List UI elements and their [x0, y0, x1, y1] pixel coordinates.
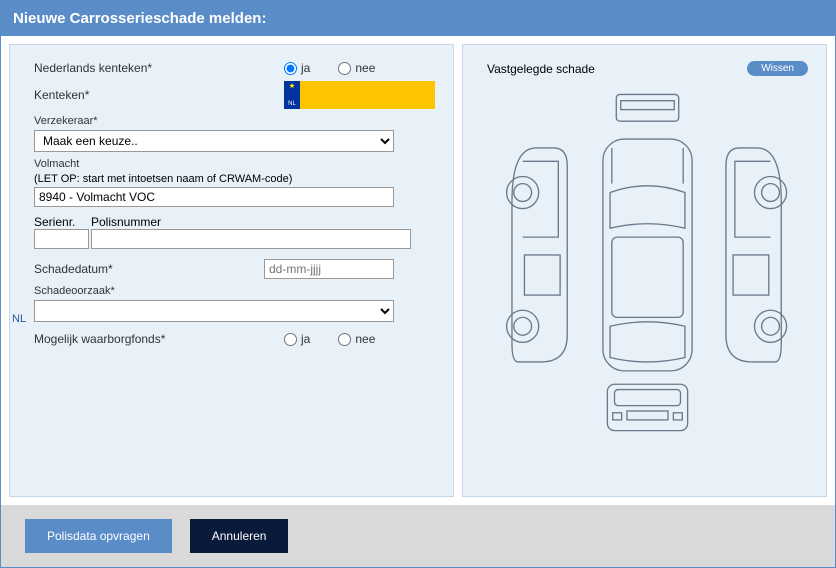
- car-diagram[interactable]: [487, 90, 808, 452]
- footer-bar: Polisdata opvragen Annuleren: [1, 505, 835, 567]
- guarantee-yes[interactable]: ja: [284, 332, 310, 346]
- damage-diagram-panel: Vastgelegde schade Wissen: [462, 44, 827, 497]
- license-plate: ★ NL: [284, 81, 435, 109]
- dutch-plate-yes[interactable]: ja: [284, 61, 310, 75]
- dutch-plate-no[interactable]: nee: [338, 61, 375, 75]
- radio-guarantee-yes[interactable]: [284, 333, 297, 346]
- form-panel: NL Nederlands kenteken* ja nee Kenteken*…: [9, 44, 454, 497]
- clear-button[interactable]: Wissen: [747, 61, 808, 76]
- plate-eu-strip: ★ NL: [284, 81, 300, 109]
- dutch-plate-radio-group: ja nee: [284, 61, 375, 75]
- damage-cause-label: Schadeoorzaak*: [34, 285, 435, 297]
- mandate-hint: (LET OP: start met intoetsen naam of CRW…: [34, 173, 435, 185]
- guarantee-fund-label: Mogelijk waarborgfonds*: [34, 332, 284, 346]
- content-area: NL Nederlands kenteken* ja nee Kenteken*…: [1, 36, 835, 505]
- serienr-input[interactable]: [34, 229, 89, 249]
- guarantee-no[interactable]: nee: [338, 332, 375, 346]
- polisnr-label: Polisnummer: [91, 215, 161, 229]
- insurer-select[interactable]: Maak een keuze..: [34, 130, 394, 152]
- polisnr-input[interactable]: [91, 229, 411, 249]
- radio-yes[interactable]: [284, 62, 297, 75]
- damage-report-window: Nieuwe Carrosserieschade melden: NL Nede…: [0, 0, 836, 568]
- guarantee-radio-group: ja nee: [284, 332, 375, 346]
- damage-date-input[interactable]: [264, 259, 394, 279]
- plate-input[interactable]: [300, 81, 435, 109]
- request-policy-button[interactable]: Polisdata opvragen: [25, 519, 172, 553]
- damage-cause-select[interactable]: [34, 300, 394, 322]
- cancel-button[interactable]: Annuleren: [190, 519, 289, 553]
- mandate-input[interactable]: [34, 187, 394, 207]
- dutch-plate-label: Nederlands kenteken*: [34, 61, 284, 75]
- plate-label: Kenteken*: [34, 88, 284, 102]
- window-title: Nieuwe Carrosserieschade melden:: [1, 1, 835, 36]
- radio-guarantee-no[interactable]: [338, 333, 351, 346]
- radio-no[interactable]: [338, 62, 351, 75]
- car-svg: [487, 90, 808, 447]
- recorded-damage-title: Vastgelegde schade: [487, 62, 595, 76]
- serienr-label: Serienr.: [34, 215, 89, 229]
- mandate-label: Volmacht: [34, 158, 435, 170]
- nl-prefix-label: NL: [12, 313, 26, 325]
- insurer-label: Verzekeraar*: [34, 115, 435, 127]
- damage-date-label: Schadedatum*: [34, 262, 264, 276]
